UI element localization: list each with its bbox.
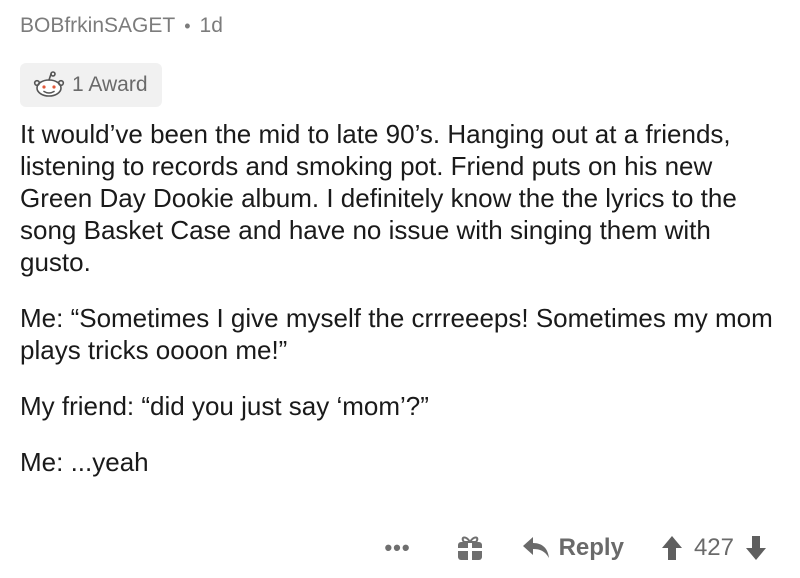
award-icon [33,71,65,97]
comment-paragraph: It would’ve been the mid to late 90’s. H… [20,119,737,277]
comment-paragraph: Me: ...yeah [20,447,149,477]
upvote-arrow-icon [661,536,682,560]
comment-paragraph: My friend: “did you just say ‘mom’?” [20,391,429,421]
comment: BOBfrkinSAGET • 1d 1 Award It would’ve b… [20,0,780,578]
comment-age[interactable]: 1d [200,14,223,38]
reply-button[interactable]: Reply [521,534,624,562]
comment-body: It would’ve been the mid to late 90’s. H… [20,118,780,478]
comment-actions: ••• Reply 427 [384,524,768,572]
meta-separator: • [184,15,191,36]
comment-meta: BOBfrkinSAGET • 1d [20,14,223,38]
upvote-button[interactable] [660,534,684,562]
downvote-arrow-icon [746,536,766,560]
downvote-button[interactable] [744,534,768,562]
give-award-button[interactable] [455,533,485,563]
comment-paragraph: Me: “Sometimes I give myself the crrreee… [20,303,773,365]
award-label: 1 Award [72,73,148,96]
author-name[interactable]: BOBfrkinSAGET [20,14,175,38]
more-options-button[interactable]: ••• [384,535,410,561]
gift-icon [457,536,482,560]
reply-arrow-icon [522,537,549,558]
award-badge[interactable]: 1 Award [20,63,162,107]
vote-score: 427 [693,534,734,561]
reply-label: Reply [558,534,624,561]
